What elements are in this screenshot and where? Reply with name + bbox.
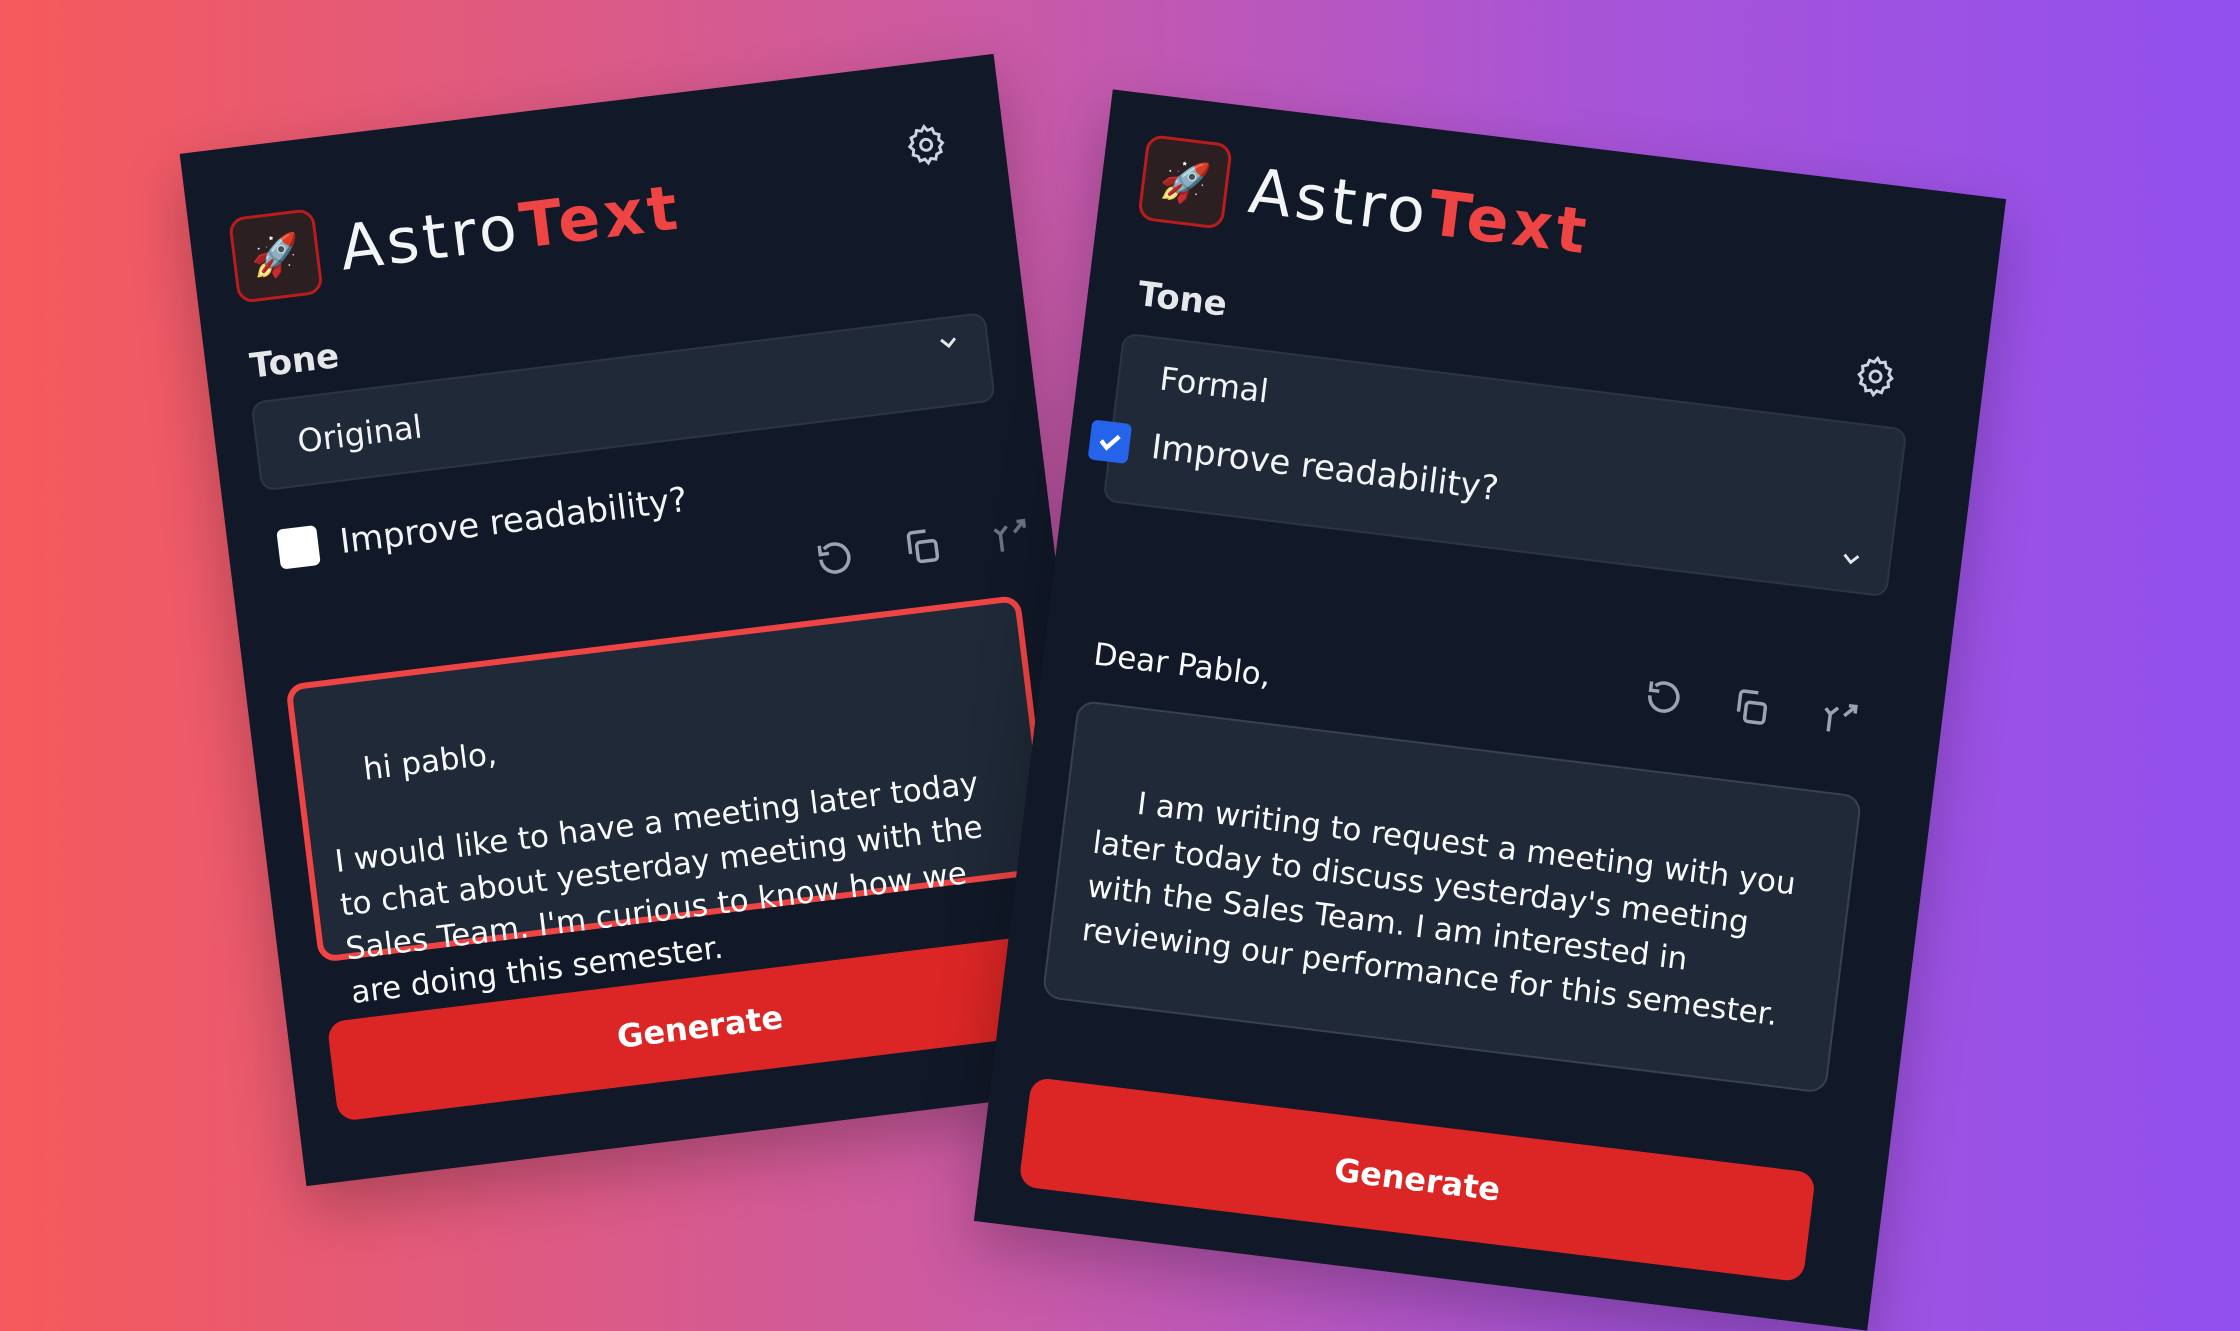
gear-icon[interactable] [902, 120, 951, 169]
output-greeting: Dear Pablo, [1091, 636, 1273, 694]
tone-label: Tone [1135, 274, 1230, 325]
chevron-down-icon [940, 337, 957, 349]
tone-select-value: Original [295, 407, 425, 461]
chevron-down-icon [1843, 553, 1860, 565]
rocket-icon: 🚀 [227, 207, 324, 304]
input-textarea[interactable]: hi pablo, I would like to have a meeting… [285, 594, 1054, 1011]
app-logo: 🚀 AstroText [227, 164, 686, 304]
merge-icon[interactable] [1815, 695, 1862, 742]
right-panel: 🚀 AstroText Tone Formal Improve readabil… [973, 89, 2007, 1331]
app-title-accent: Text [515, 169, 686, 263]
gear-icon[interactable] [1851, 352, 1900, 401]
app-logo: 🚀 AstroText [1137, 133, 1595, 274]
app-title: AstroText [336, 170, 685, 284]
app-title-main: Astro [335, 189, 525, 285]
rocket-icon: 🚀 [1137, 133, 1234, 230]
generate-button[interactable]: Generate [1018, 1076, 1816, 1283]
readability-row[interactable]: Improve readability? [276, 480, 689, 570]
output-text: I am writing to request a meeting with y… [1079, 785, 1808, 1034]
copy-icon[interactable] [899, 524, 946, 571]
action-icons [811, 513, 1032, 581]
app-title: AstroText [1245, 154, 1594, 268]
merge-icon[interactable] [986, 513, 1033, 560]
tone-select[interactable]: Original [250, 311, 996, 492]
tone-select-value: Formal [1157, 359, 1271, 411]
readability-checkbox[interactable] [276, 525, 321, 570]
app-title-accent: Text [1424, 175, 1595, 268]
readability-checkbox[interactable] [1087, 419, 1133, 464]
readability-label: Improve readability? [337, 479, 690, 563]
checkmark-icon [1099, 434, 1121, 451]
tone-label: Tone [247, 336, 342, 387]
undo-icon[interactable] [1640, 674, 1687, 721]
left-panel: 🚀 AstroText Tone Original Improve readab… [179, 53, 1121, 1187]
action-icons [1640, 674, 1861, 742]
output-textarea[interactable]: I am writing to request a meeting with y… [1041, 699, 1863, 1094]
undo-icon[interactable] [811, 535, 858, 582]
copy-icon[interactable] [1728, 684, 1775, 731]
app-title-main: Astro [1245, 153, 1434, 249]
